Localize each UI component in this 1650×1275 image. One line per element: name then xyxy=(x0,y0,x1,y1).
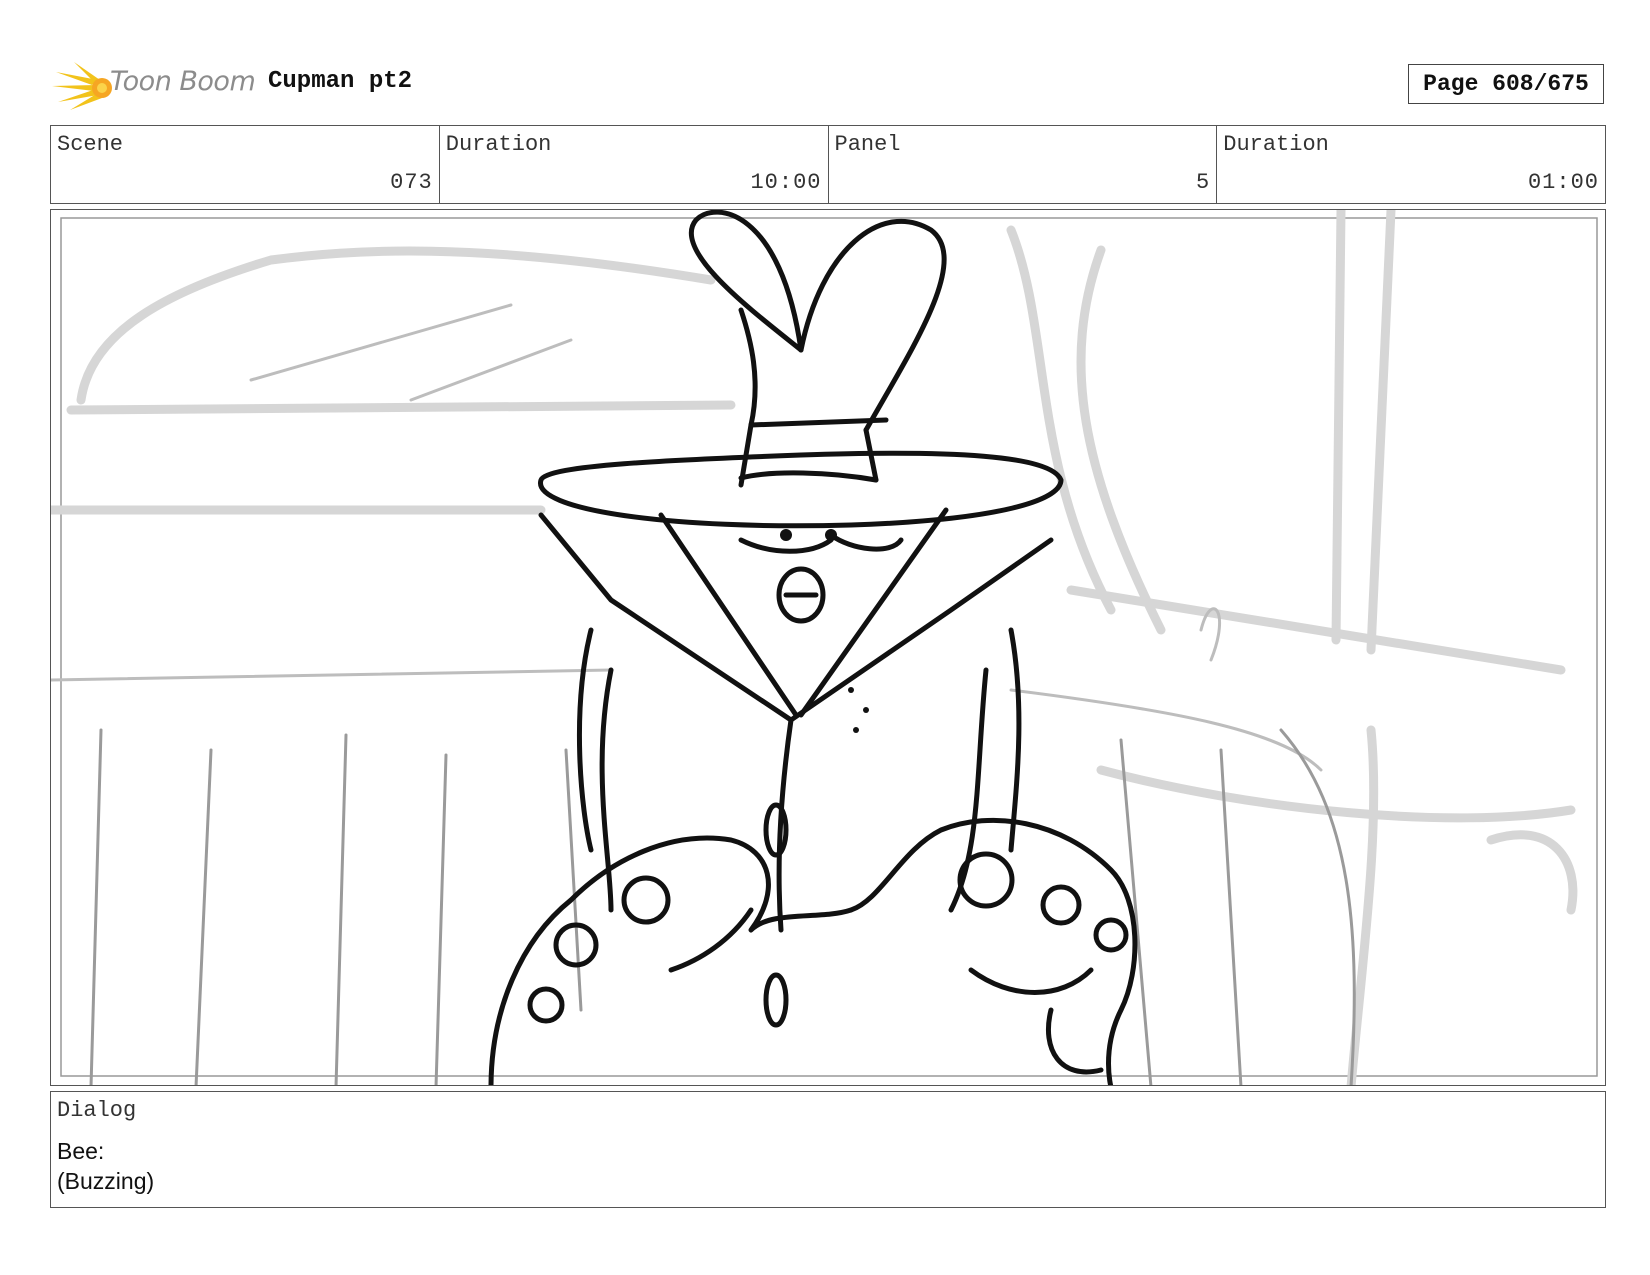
scene-info-row: Scene 073 Duration 10:00 Panel 5 Duratio… xyxy=(50,125,1606,204)
panel-duration-label: Duration xyxy=(1223,132,1329,157)
scene-label: Scene xyxy=(57,132,124,157)
storyboard-panel xyxy=(50,209,1606,1086)
page-indicator: Page 608/675 xyxy=(1408,64,1604,104)
panel-duration-cell: Duration 01:00 xyxy=(1217,126,1605,203)
dialog-box: Dialog Bee: (Buzzing) xyxy=(50,1091,1606,1208)
logo-text: Toon Boom xyxy=(110,66,256,97)
dialog-text: Bee: (Buzzing) xyxy=(57,1136,154,1196)
scene-cell: Scene 073 xyxy=(51,126,440,203)
panel-value: 5 xyxy=(1196,170,1211,195)
panel-duration-value: 01:00 xyxy=(1527,170,1599,195)
scene-duration-cell: Duration 10:00 xyxy=(440,126,829,203)
dialog-label: Dialog xyxy=(57,1098,137,1123)
panel-cell: Panel 5 xyxy=(829,126,1218,203)
panel-sketch xyxy=(51,210,1598,1085)
scene-duration-label: Duration xyxy=(445,132,552,157)
dialog-line: Bee: xyxy=(57,1138,105,1164)
panel-label: Panel xyxy=(834,132,901,157)
dialog-line: (Buzzing) xyxy=(57,1168,155,1194)
scene-duration-value: 10:00 xyxy=(750,170,822,195)
scene-value: 073 xyxy=(390,170,433,195)
project-title: Cupman pt2 xyxy=(268,68,413,95)
